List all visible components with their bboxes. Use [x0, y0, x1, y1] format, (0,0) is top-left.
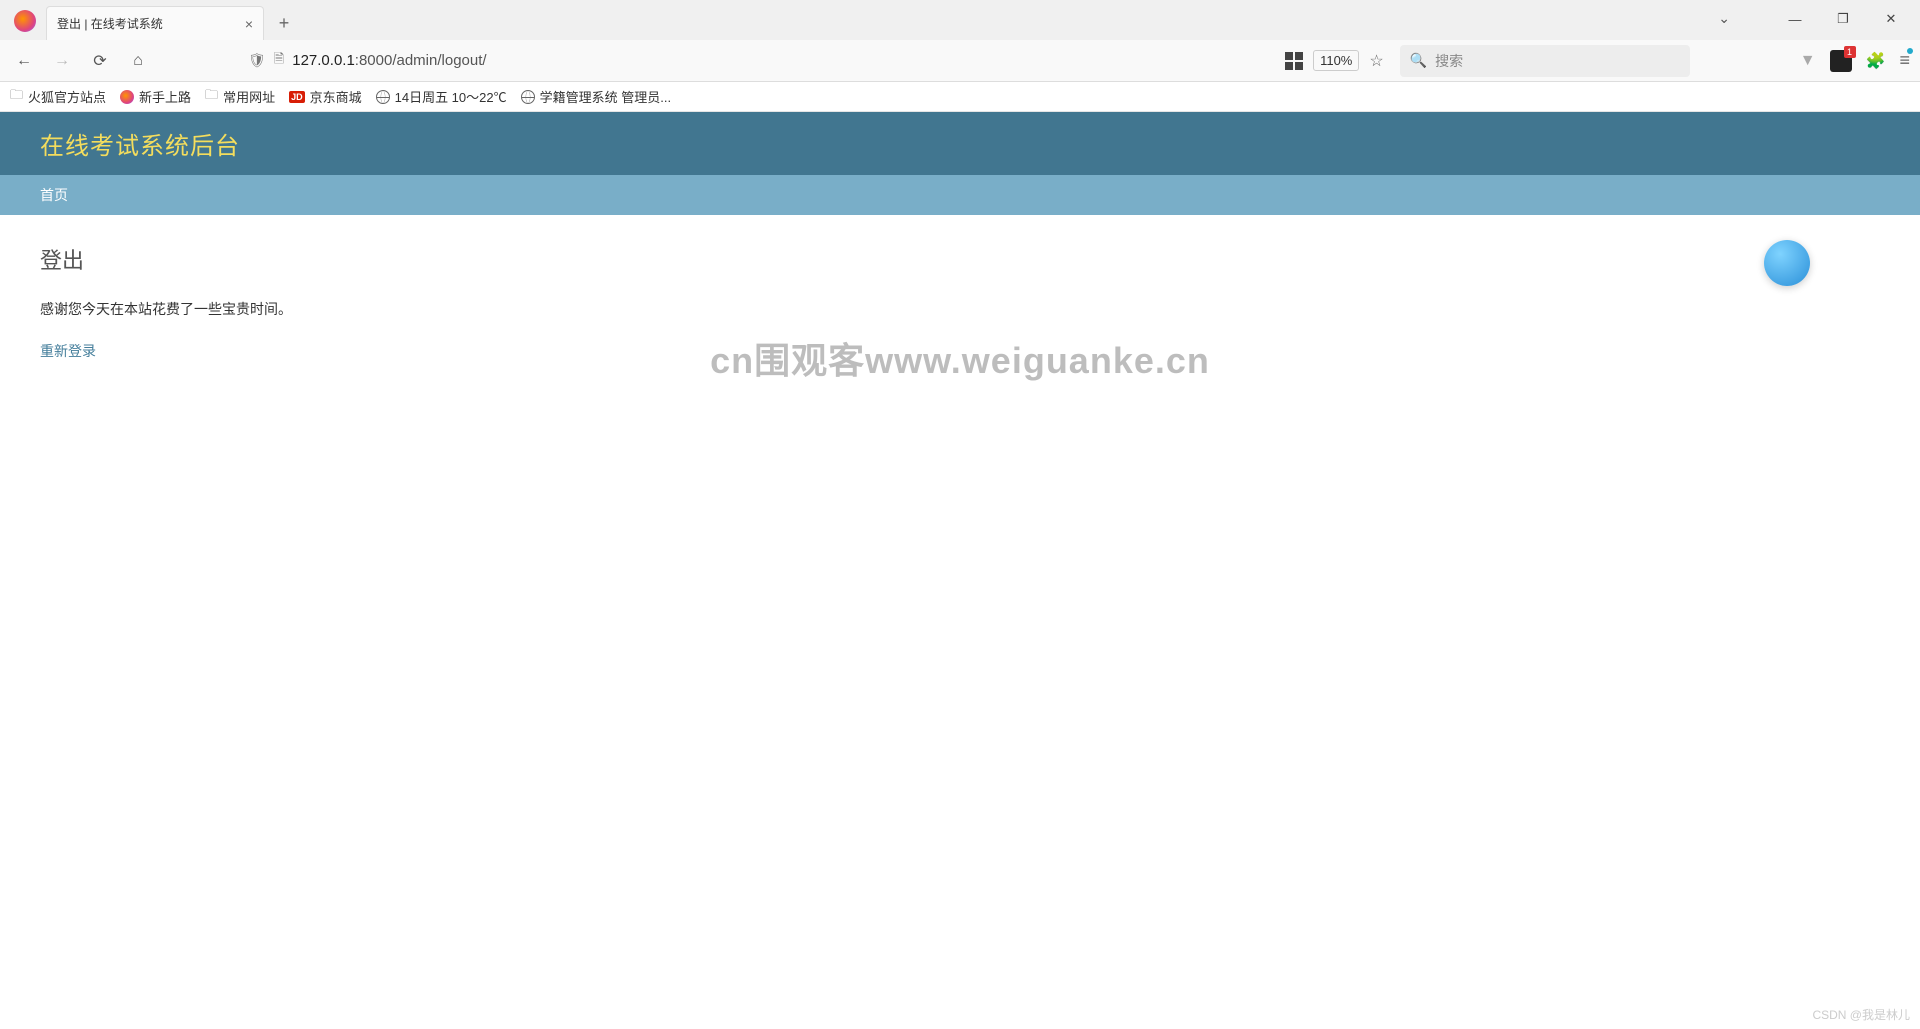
- main-content: 登出 感谢您今天在本站花费了一些宝贵时间。 重新登录: [0, 215, 1920, 389]
- minimize-button[interactable]: —: [1772, 4, 1818, 34]
- page-heading: 登出: [40, 243, 1880, 275]
- bookmark-item[interactable]: 新手上路: [120, 87, 191, 106]
- jd-icon: JD: [289, 91, 305, 103]
- close-window-button[interactable]: ✕: [1868, 4, 1914, 34]
- home-button[interactable]: ⌂: [124, 47, 152, 75]
- page-icon: 🗎: [274, 50, 284, 72]
- firefox-icon: [14, 10, 36, 32]
- bookmark-label: 学籍管理系统 管理员...: [540, 87, 671, 106]
- globe-icon: [521, 90, 535, 104]
- reload-button[interactable]: ⟳: [86, 47, 114, 75]
- bookmark-item[interactable]: 🗀 火狐官方站点: [10, 86, 106, 108]
- breadcrumb-bar: 首页: [0, 175, 1920, 215]
- bookmark-item[interactable]: 学籍管理系统 管理员...: [521, 87, 671, 106]
- bookmarks-bar: 🗀 火狐官方站点 新手上路 🗀 常用网址 JD 京东商城 14日周五 10～22℃ 学…: [0, 82, 1920, 112]
- bookmark-item[interactable]: 🗀 常用网址: [205, 86, 275, 108]
- csdn-attribution: CSDN @我是林儿: [1812, 1006, 1910, 1023]
- zoom-indicator[interactable]: 110%: [1313, 50, 1359, 71]
- browser-tab-strip: 登出 | 在线考试系统 × + ⌄ — ❐ ✕: [0, 0, 1920, 40]
- close-tab-icon[interactable]: ×: [245, 16, 253, 32]
- qr-icon[interactable]: [1285, 52, 1303, 70]
- extension-badge-icon[interactable]: [1830, 50, 1852, 72]
- shield-icon: 🛡: [248, 52, 266, 69]
- bookmark-label: 京东商城: [310, 87, 362, 106]
- app-menu-icon[interactable]: ≡: [1899, 50, 1910, 71]
- search-placeholder: 搜索: [1435, 51, 1463, 71]
- maximize-button[interactable]: ❐: [1820, 4, 1866, 34]
- window-controls: — ❐ ✕: [1772, 4, 1914, 34]
- site-title: 在线考试系统后台: [40, 133, 240, 160]
- firefox-icon: [120, 90, 134, 104]
- new-tab-button[interactable]: +: [270, 9, 298, 37]
- addr-right-tools: 110% ☆ 🔍 搜索 ▼ 🧩 ≡: [1285, 45, 1910, 77]
- bookmark-label: 常用网址: [223, 87, 275, 106]
- browser-tab[interactable]: 登出 | 在线考试系统 ×: [46, 6, 264, 40]
- globe-icon: [376, 90, 390, 104]
- url-text: 127.0.0.1:8000/admin/logout/: [292, 52, 486, 69]
- address-bar: ← → ⟳ ⌂ 🛡 🗎 127.0.0.1:8000/admin/logout/…: [0, 40, 1920, 82]
- bookmark-label: 火狐官方站点: [28, 87, 106, 106]
- bookmark-star-icon[interactable]: ☆: [1369, 51, 1383, 71]
- extensions-icon[interactable]: 🧩: [1866, 51, 1886, 71]
- bookmark-item[interactable]: JD 京东商城: [289, 87, 362, 106]
- bookmark-label: 14日周五 10～22℃: [395, 87, 507, 106]
- search-icon: 🔍: [1410, 52, 1427, 69]
- url-box[interactable]: 🛡 🗎 127.0.0.1:8000/admin/logout/: [242, 45, 882, 77]
- folder-icon: 🗀: [10, 86, 23, 108]
- page-content: 在线考试系统后台 首页 登出 感谢您今天在本站花费了一些宝贵时间。 重新登录 c…: [0, 112, 1920, 1029]
- floating-assistant-icon[interactable]: [1764, 240, 1810, 286]
- downloads-icon[interactable]: ▼: [1800, 52, 1816, 70]
- site-header: 在线考试系统后台: [0, 112, 1920, 175]
- nav-home-link[interactable]: 首页: [40, 187, 68, 203]
- relogin-link[interactable]: 重新登录: [40, 343, 96, 359]
- tab-overflow-icon[interactable]: ⌄: [1718, 10, 1730, 27]
- bookmark-item[interactable]: 14日周五 10～22℃: [376, 87, 507, 106]
- tab-title: 登出 | 在线考试系统: [57, 15, 245, 32]
- bookmark-label: 新手上路: [139, 87, 191, 106]
- back-button[interactable]: ←: [10, 47, 38, 75]
- forward-button[interactable]: →: [48, 47, 76, 75]
- logout-message: 感谢您今天在本站花费了一些宝贵时间。: [40, 299, 1880, 319]
- extension-area: ▼ 🧩 ≡: [1800, 50, 1910, 72]
- search-box[interactable]: 🔍 搜索: [1400, 45, 1690, 77]
- folder-icon: 🗀: [205, 86, 218, 108]
